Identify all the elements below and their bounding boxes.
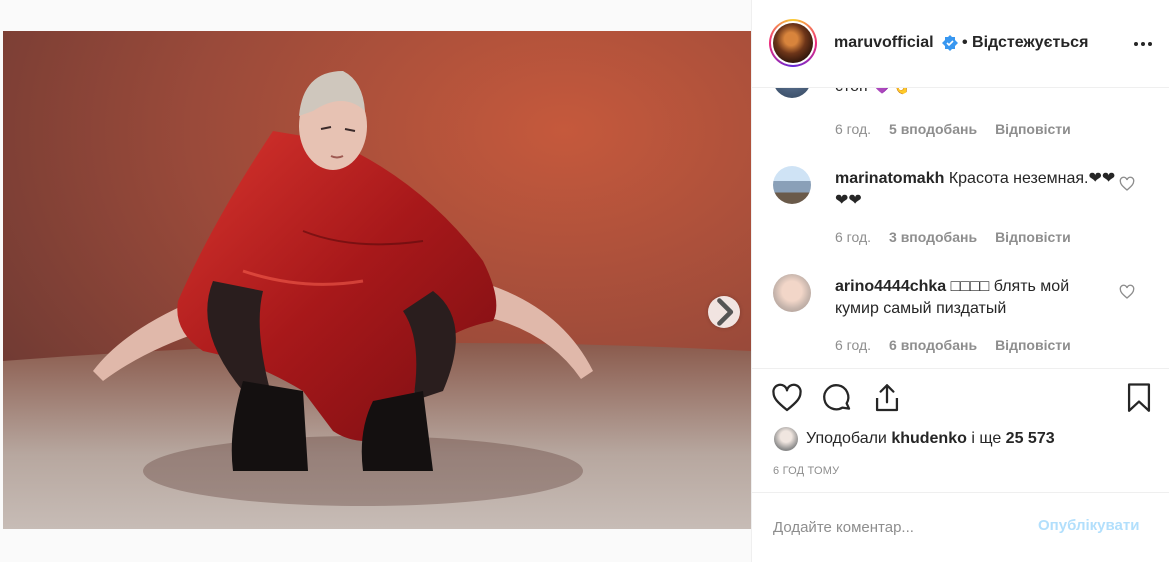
- post-image[interactable]: [3, 31, 751, 529]
- share-button[interactable]: [870, 381, 904, 415]
- reply-button[interactable]: Відповісти: [995, 121, 1071, 137]
- comment-meta: 6 год. 3 вподобань Відповісти: [835, 229, 1071, 245]
- heart-outline-icon: [1119, 284, 1135, 299]
- reply-button[interactable]: Відповісти: [995, 229, 1071, 245]
- publish-button[interactable]: Опублікувати: [1038, 517, 1139, 534]
- comment-input[interactable]: [773, 515, 1033, 539]
- commenter-username[interactable]: arino4444chka: [835, 278, 946, 295]
- likes-count[interactable]: 25 573: [1006, 430, 1055, 447]
- like-comment-button[interactable]: [1118, 176, 1136, 194]
- likes-middle: і ще: [971, 430, 1002, 447]
- comment-likes[interactable]: 3 вподобань: [889, 229, 977, 245]
- commenter-avatar[interactable]: [773, 274, 811, 312]
- likes-prefix: Уподобали: [806, 430, 887, 447]
- post-timestamp[interactable]: 6 ГОД ТОМУ: [773, 465, 839, 477]
- comment-time[interactable]: 6 год.: [835, 121, 871, 137]
- comment-meta: 6 год. 6 вподобань Відповісти: [835, 337, 1071, 353]
- post-modal: maruvofficial • Відстежується стоп 💜👌 6 …: [0, 0, 1169, 562]
- comment-button[interactable]: [820, 381, 854, 415]
- comments-list: стоп 💜👌 6 год. 5 вподобань Відповісти ma…: [752, 88, 1169, 368]
- like-comment-button[interactable]: [1118, 284, 1136, 302]
- comment-time[interactable]: 6 год.: [835, 337, 871, 353]
- photo-illustration: [3, 31, 751, 529]
- liker-avatar: [774, 427, 798, 451]
- bookmark-button[interactable]: [1122, 381, 1156, 415]
- author-username[interactable]: maruvofficial: [834, 34, 934, 52]
- add-comment-bar: Опублікувати: [752, 492, 1169, 562]
- liker-username[interactable]: khudenko: [891, 430, 967, 447]
- author-avatar[interactable]: [769, 19, 817, 67]
- more-icon: [1134, 42, 1152, 46]
- more-options-button[interactable]: [1129, 30, 1157, 58]
- commenter-avatar[interactable]: [773, 88, 811, 98]
- share-icon: [875, 384, 899, 412]
- like-button[interactable]: [770, 381, 804, 415]
- comment-likes[interactable]: 6 вподобань: [889, 337, 977, 353]
- comment-text: стоп 💜👌: [835, 88, 1117, 98]
- comment-icon: [823, 384, 851, 411]
- likes-summary[interactable]: Уподобали khudenko і ще 25 573: [774, 427, 1055, 451]
- comment-time[interactable]: 6 год.: [835, 229, 871, 245]
- heart-outline-icon: [1119, 176, 1135, 191]
- commenter-username[interactable]: marinatomakh: [835, 170, 944, 187]
- next-slide-button[interactable]: [708, 296, 740, 328]
- reply-button[interactable]: Відповісти: [995, 337, 1071, 353]
- post-header: maruvofficial • Відстежується: [752, 0, 1169, 88]
- comment-meta: 6 год. 5 вподобань Відповісти: [835, 121, 1071, 137]
- post-side-panel: maruvofficial • Відстежується стоп 💜👌 6 …: [751, 0, 1169, 562]
- comment-body: arino4444chka □□□□ блять мой кумир самый…: [835, 276, 1117, 320]
- commenter-avatar[interactable]: [773, 166, 811, 204]
- bookmark-icon: [1127, 383, 1151, 412]
- post-actions: Уподобали khudenko і ще 25 573 6 ГОД ТОМ…: [752, 368, 1169, 492]
- comment-body: marinatomakh Красота неземная.❤❤❤❤: [835, 168, 1117, 212]
- chevron-right-icon: [717, 298, 734, 326]
- comment-likes[interactable]: 5 вподобань: [889, 121, 977, 137]
- verified-icon: [942, 35, 958, 51]
- follow-status[interactable]: • Відстежується: [962, 34, 1088, 52]
- heart-icon: [772, 383, 802, 412]
